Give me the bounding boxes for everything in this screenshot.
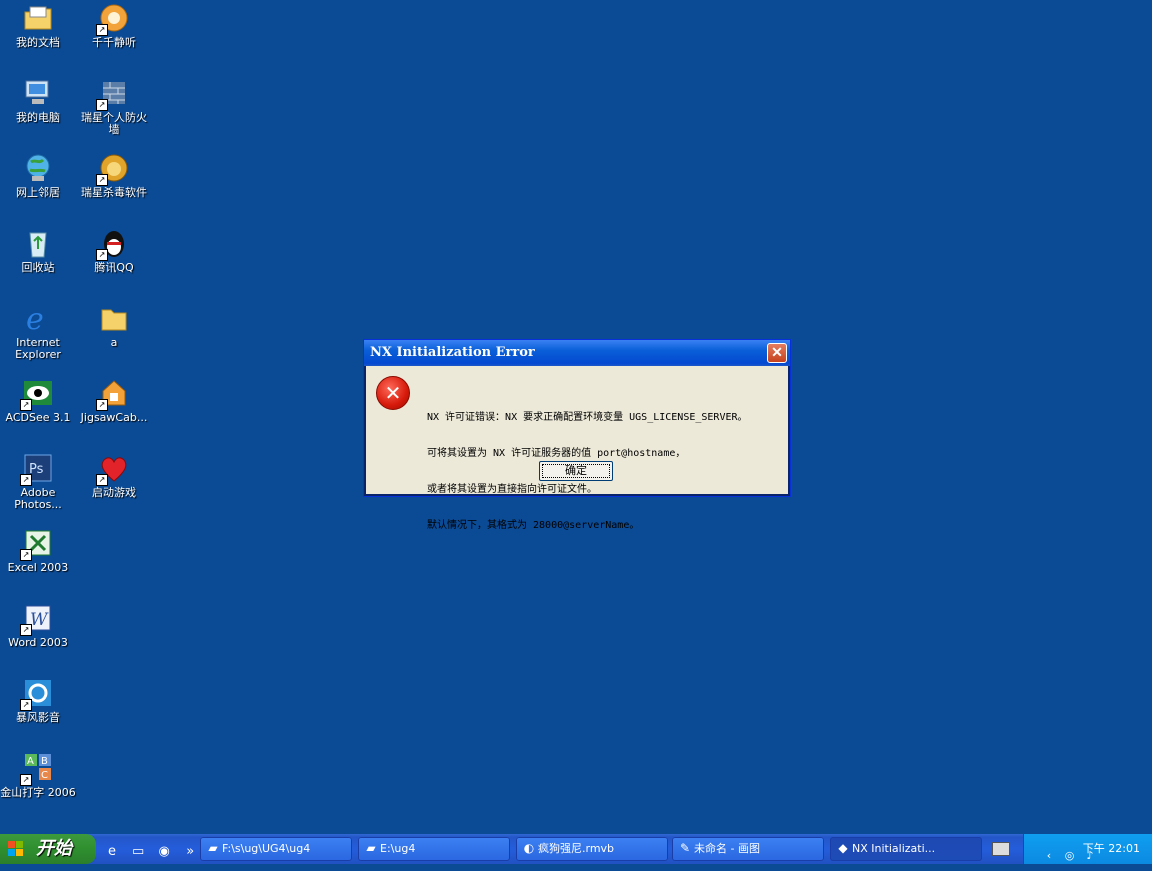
acdsee-eye-icon: ↗ — [20, 377, 54, 411]
storm-player-icon: ↗ — [20, 677, 54, 711]
message-line: NX 许可证错误：NX 要求正确配置环境变量 UGS_LICENSE_SERVE… — [427, 412, 748, 423]
desktop-icon-rising-firewall[interactable]: ↗ 瑞星个人防火墙 — [76, 77, 152, 136]
desktop-icon-network-places[interactable]: 网上邻居 — [0, 152, 76, 199]
desktop-icon-qq[interactable]: ↗ 腾讯QQ — [76, 227, 152, 274]
desktop-icon-kingsoft-typing[interactable]: ABC ↗ 金山打字 2006 — [0, 752, 76, 799]
recycle-bin-icon — [22, 227, 54, 259]
shortcut-arrow-icon: ↗ — [20, 549, 32, 561]
error-icon: ✕ — [376, 376, 410, 410]
close-icon: ✕ — [771, 345, 783, 361]
task-label: F:\s\ug\UG4\ug4 — [222, 842, 311, 855]
shortcut-arrow-icon: ↗ — [20, 624, 32, 636]
shortcut-arrow-icon: ↗ — [96, 174, 108, 186]
svg-text:W: W — [30, 610, 49, 630]
task-label: NX Initializati... — [852, 842, 936, 855]
keyboard-icon[interactable] — [992, 842, 1010, 856]
desktop-icon-word[interactable]: W ↗ Word 2003 — [0, 602, 76, 649]
desktop-icon-storm-player[interactable]: ↗ 暴风影音 — [0, 677, 76, 724]
jigsaw-icon: ↗ — [96, 377, 130, 411]
folder-icon — [22, 2, 54, 34]
desktop-icon-jigsaw-cabinet[interactable]: ↗ JigsawCab... — [76, 377, 152, 424]
desktop-icon-ttplayer[interactable]: ↗ 千千静听 — [76, 2, 152, 49]
desktop-icon-recycle-bin[interactable]: 回收站 — [0, 227, 76, 274]
message-line: 默认情况下，其格式为 28000@serverName。 — [427, 520, 640, 531]
folder-icon: ▰ — [208, 841, 218, 855]
dialog-title: NX Initialization Error — [370, 345, 535, 360]
desktop-icon-my-documents[interactable]: 我的文档 — [0, 2, 76, 49]
globe-icon — [22, 152, 54, 184]
svg-text:e: e — [26, 302, 44, 334]
taskbar-item[interactable]: ✎ 未命名 - 画图 — [672, 837, 824, 861]
lion-icon: ↗ — [96, 152, 130, 186]
desktop-icon-rising-antivirus[interactable]: ↗ 瑞星杀毒软件 — [76, 152, 152, 199]
word-icon: W ↗ — [20, 602, 54, 636]
chevron-left-icon[interactable]: ‹ — [1042, 849, 1056, 863]
system-tray: ‹ ◎ ♪ 下午 22:01 — [1023, 834, 1152, 864]
shortcut-arrow-icon: ↗ — [96, 474, 108, 486]
qq-penguin-icon: ↗ — [96, 227, 130, 261]
show-desktop-icon[interactable]: ▭ — [130, 844, 146, 860]
shortcut-arrow-icon: ↗ — [20, 774, 32, 786]
svg-text:C: C — [41, 770, 48, 781]
computer-icon — [22, 77, 54, 109]
desktop-icon-excel[interactable]: ↗ Excel 2003 — [0, 527, 76, 574]
shortcut-arrow-icon: ↗ — [20, 474, 32, 486]
desktop-icon-my-computer[interactable]: 我的电脑 — [0, 77, 76, 124]
clock[interactable]: 下午 22:01 — [1083, 834, 1140, 864]
photoshop-icon: Ps ↗ — [20, 452, 54, 486]
desktop-icon-acdsee[interactable]: ↗ ACDSee 3.1 — [0, 377, 76, 424]
shortcut-arrow-icon: ↗ — [20, 399, 32, 411]
task-label: 疯狗强尼.rmvb — [538, 842, 615, 855]
start-button[interactable]: 开始 — [0, 834, 96, 864]
shortcut-arrow-icon: ↗ — [96, 24, 108, 36]
firewall-icon: ↗ — [96, 77, 130, 111]
folder-icon: ▰ — [366, 841, 376, 855]
taskbar-item[interactable]: ◐ 疯狗强尼.rmvb — [516, 837, 668, 861]
close-button[interactable]: ✕ — [767, 343, 787, 363]
quick-launch-more[interactable]: » — [182, 844, 198, 860]
shortcut-arrow-icon: ↗ — [96, 249, 108, 261]
taskbar: 开始 e ▭ ◉ » ▰ F:\s\ug\UG4\ug4 ▰ E:\ug4 ◐ … — [0, 834, 1152, 864]
windows-flag-icon — [8, 841, 23, 856]
task-label: 未命名 - 画图 — [694, 842, 760, 855]
dialog-titlebar[interactable]: NX Initialization Error ✕ — [364, 340, 790, 366]
start-label: 开始 — [36, 838, 72, 859]
shortcut-arrow-icon: ↗ — [96, 99, 108, 111]
desktop-icon-folder-a[interactable]: a — [76, 302, 152, 349]
excel-icon: ↗ — [20, 527, 54, 561]
heart-icon: ↗ — [96, 452, 130, 486]
dialog-body: ✕ NX 许可证错误：NX 要求正确配置环境变量 UGS_LICENSE_SER… — [364, 366, 790, 531]
nx-icon: ◆ — [838, 841, 848, 855]
desktop-icon-launch-game[interactable]: ↗ 启动游戏 — [76, 452, 152, 499]
shortcut-arrow-icon: ↗ — [96, 399, 108, 411]
taskbar-item[interactable]: ▰ F:\s\ug\UG4\ug4 — [200, 837, 352, 861]
internet-explorer-icon[interactable]: e — [104, 844, 120, 860]
task-label: E:\ug4 — [380, 842, 416, 855]
message-line: 可将其设置为 NX 许可证服务器的值 port@hostname， — [427, 448, 686, 459]
svg-text:A: A — [27, 756, 34, 767]
desktop-icon-photoshop[interactable]: Ps ↗ Adobe Photos... — [0, 452, 76, 511]
message-line: 或者将其设置为直接指向许可证文件。 — [427, 484, 597, 495]
kingsoft-typing-icon: ABC ↗ — [20, 752, 54, 786]
folder-icon — [98, 302, 130, 334]
network-icon[interactable]: ◎ — [1063, 849, 1077, 863]
svg-text:B: B — [41, 756, 48, 767]
error-dialog: NX Initialization Error ✕ ✕ NX 许可证错误：NX … — [363, 339, 791, 531]
internet-explorer-icon: e — [22, 302, 54, 337]
quick-launch: e ▭ ◉ » — [104, 840, 203, 860]
media-player-icon[interactable]: ◉ — [156, 844, 172, 860]
paint-icon: ✎ — [679, 841, 691, 855]
taskbar-item-active[interactable]: ◆ NX Initializati... — [830, 837, 982, 861]
ok-button[interactable]: 确定 — [539, 461, 613, 481]
taskbar-item[interactable]: ▰ E:\ug4 — [358, 837, 510, 861]
media-icon: ◐ — [523, 841, 535, 855]
desktop-icon-internet-explorer[interactable]: e Internet Explorer — [0, 302, 76, 361]
ttplayer-icon: ↗ — [96, 2, 130, 36]
shortcut-arrow-icon: ↗ — [20, 699, 32, 711]
